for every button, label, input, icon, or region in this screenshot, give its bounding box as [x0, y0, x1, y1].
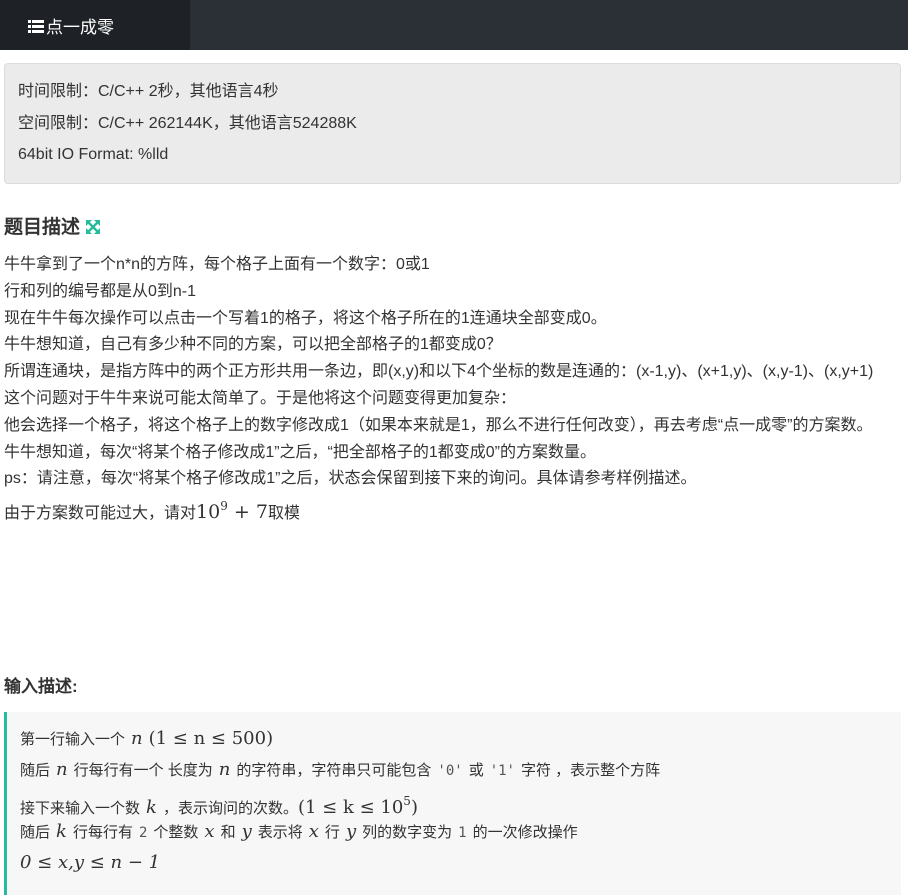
- problem-title: 点一成零: [46, 17, 114, 37]
- problem-description: 牛牛拿到了一个n*n的方阵，每个格子上面有一个数字：0或1 行和列的编号都是从0…: [4, 252, 904, 528]
- desc-line: 现在牛牛每次操作可以点击一个写着1的格子，将这个格子所在的1连通块全部变成0。: [4, 309, 607, 327]
- limits-panel: 时间限制：C/C++ 2秒，其他语言4秒 空间限制：C/C++ 262144K，…: [4, 63, 901, 184]
- expand-icon[interactable]: [85, 219, 101, 235]
- desc-line: 牛牛想知道，每次“将某个格子修改成1”之后，“把全部格子的1都变成0”的方案数量…: [4, 443, 597, 461]
- desc-line: 他会选择一个格子，将这个格子上的数字修改成1（如果本来就是1，那么不进行任何改变…: [4, 416, 873, 434]
- problem-title-tab[interactable]: 点一成零: [0, 0, 190, 50]
- input-line: 接下来输入一个数 k ，表示询问的次数。(1 ≤ k ≤ 105): [20, 794, 418, 818]
- desc-line: 行和列的编号都是从0到n-1: [4, 282, 197, 300]
- mod-formula: 109 + 7: [196, 499, 268, 524]
- description-heading: 题目描述: [4, 212, 101, 239]
- input-description: 第一行输入一个 n (1 ≤ n ≤ 500) 随后 n 行每行有一个 长度为 n 的字符串…: [4, 712, 901, 895]
- desc-line: 这个问题对于牛牛来说可能太简单了。于是他将这个问题变得更加复杂：: [4, 389, 517, 407]
- mod-line: 由于方案数可能过大，请对109 + 7取模: [4, 499, 300, 524]
- input-line: 随后 k 行每行有 2 个整数 x 和 y 表示将 x 行 y 列的数字变为 1 的一次修改操作: [20, 821, 578, 842]
- desc-line: ps：请注意，每次“将某个格子修改成1”之后，状态会保留到接下来的询问。具体请参…: [4, 470, 697, 488]
- top-navbar: 点一成零: [0, 0, 908, 50]
- space-limit: 空间限制：C/C++ 262144K，其他语言524288K: [18, 114, 357, 132]
- desc-line: 牛牛想知道，自己有多少种不同的方案，可以把全部格子的1都变成0？: [4, 336, 502, 354]
- io-format: 64bit IO Format: %lld: [18, 146, 169, 163]
- input-line: 0 ≤ x,y ≤ n − 1: [20, 852, 161, 873]
- input-heading: 输入描述:: [4, 677, 78, 696]
- desc-line: 牛牛拿到了一个n*n的方阵，每个格子上面有一个数字：0或1: [4, 256, 430, 273]
- time-limit: 时间限制：C/C++ 2秒，其他语言4秒: [18, 83, 279, 100]
- list-icon: [28, 18, 44, 33]
- input-line: 随后 n 行每行有一个 长度为 n 的字符串，字符串只可能包含 '0' 或 '1' 字符 ，表示…: [20, 759, 661, 780]
- desc-line: 所谓连通块，是指方阵中的两个正方形共用一条边，即(x,y)和以下4个坐标的数是连…: [4, 363, 874, 381]
- input-line: 第一行输入一个 n (1 ≤ n ≤ 500): [20, 728, 274, 749]
